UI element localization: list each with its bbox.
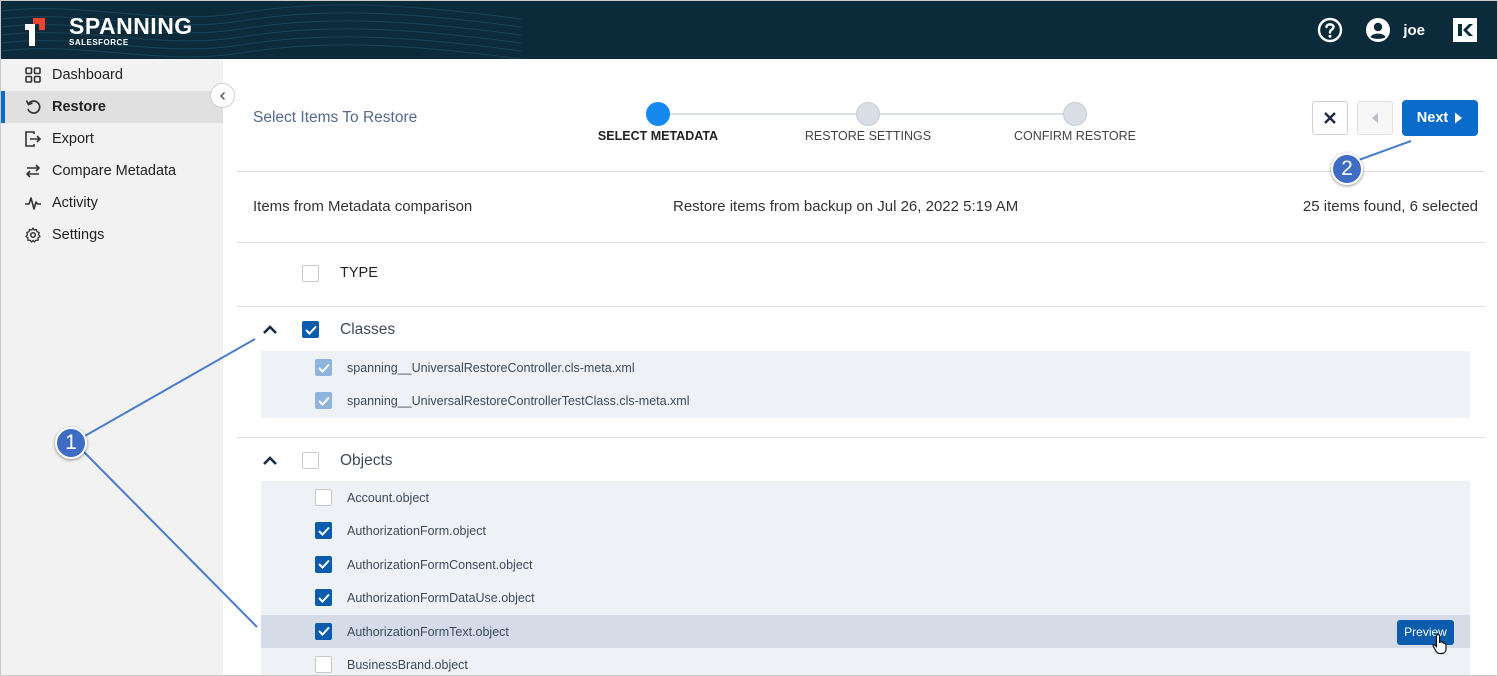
item-label: BusinessBrand.object bbox=[347, 657, 468, 672]
group-row-objects: Objects bbox=[237, 444, 1485, 478]
sidebar-item-restore[interactable]: Restore bbox=[1, 91, 223, 123]
logo-name: SPANNING bbox=[69, 13, 193, 39]
item-label: AuthorizationForm.object bbox=[347, 524, 486, 539]
step-dot-confirm-restore bbox=[1063, 102, 1087, 126]
main-content: Select Items To Restore SELECT METADATA … bbox=[237, 59, 1485, 675]
divider bbox=[237, 437, 1485, 438]
sidebar-item-label: Compare Metadata bbox=[52, 163, 177, 179]
sidebar: Dashboard Restore Export Compare Metadat… bbox=[1, 59, 223, 675]
group-checkbox-objects[interactable] bbox=[302, 452, 319, 469]
step-connector bbox=[868, 113, 1075, 115]
item-label: Account.object bbox=[347, 491, 429, 505]
item-label: spanning__UniversalRestoreControllerTest… bbox=[347, 394, 690, 409]
caret-left-icon bbox=[1372, 113, 1378, 123]
list-item[interactable]: AuthorizationForm.object bbox=[261, 514, 1470, 547]
list-item[interactable]: AuthorizationFormDataUse.object bbox=[261, 581, 1470, 614]
item-checkbox[interactable] bbox=[315, 489, 332, 506]
item-checkbox[interactable] bbox=[315, 555, 332, 573]
step-label-confirm-restore: CONFIRM RESTORE bbox=[1014, 129, 1136, 143]
sidebar-item-label: Dashboard bbox=[52, 67, 123, 83]
chevron-left-icon bbox=[219, 91, 225, 100]
chevron-up-icon[interactable] bbox=[261, 453, 279, 469]
group-label-objects: Objects bbox=[340, 452, 393, 469]
item-checkbox[interactable] bbox=[315, 392, 332, 410]
next-button[interactable]: Next bbox=[1402, 100, 1478, 136]
step-dot-select-metadata bbox=[646, 102, 670, 126]
classes-items: spanning__UniversalRestoreController.cls… bbox=[261, 351, 1470, 418]
help-icon[interactable] bbox=[1317, 17, 1343, 43]
caret-right-icon bbox=[1455, 112, 1463, 124]
spanning-logo-icon bbox=[25, 18, 45, 46]
step-label-select-metadata: SELECT METADATA bbox=[597, 129, 719, 143]
selection-count-text: 25 items found, 6 selected bbox=[1302, 198, 1478, 215]
step-dot-restore-settings bbox=[856, 102, 880, 126]
item-checkbox[interactable] bbox=[315, 522, 332, 540]
table-header: TYPE bbox=[237, 257, 1485, 289]
logo-subtitle: SALESFORCE bbox=[69, 38, 129, 47]
compare-icon bbox=[23, 161, 43, 181]
item-checkbox[interactable] bbox=[315, 622, 332, 640]
gear-icon bbox=[23, 225, 43, 245]
cancel-button[interactable] bbox=[1312, 101, 1348, 135]
sidebar-item-activity[interactable]: Activity bbox=[1, 187, 223, 219]
restore-info-bar: Items from Metadata comparison Restore i… bbox=[237, 171, 1485, 241]
grid-icon bbox=[23, 65, 43, 85]
sidebar-item-label: Activity bbox=[52, 195, 98, 211]
step-connector bbox=[658, 113, 868, 115]
item-checkbox[interactable] bbox=[315, 589, 332, 607]
item-checkbox[interactable] bbox=[315, 655, 332, 673]
item-label: AuthorizationFormDataUse.object bbox=[347, 591, 535, 606]
export-icon bbox=[23, 129, 43, 149]
collapse-sidebar-button[interactable] bbox=[210, 83, 235, 108]
select-all-checkbox[interactable] bbox=[302, 265, 319, 282]
sidebar-item-compare-metadata[interactable]: Compare Metadata bbox=[1, 155, 223, 187]
group-checkbox-classes[interactable] bbox=[302, 321, 319, 338]
brand-logo-icon[interactable] bbox=[1453, 18, 1477, 42]
step-label-restore-settings: RESTORE SETTINGS bbox=[804, 129, 932, 143]
divider bbox=[237, 242, 1485, 243]
list-item[interactable]: spanning__UniversalRestoreController.cls… bbox=[261, 351, 1470, 384]
item-label: spanning__UniversalRestoreController.cls… bbox=[347, 361, 635, 375]
group-label-classes: Classes bbox=[340, 321, 396, 338]
sidebar-item-settings[interactable]: Settings bbox=[1, 219, 223, 251]
next-button-label: Next bbox=[1416, 110, 1449, 126]
sidebar-item-dashboard[interactable]: Dashboard bbox=[1, 59, 223, 91]
sidebar-item-label: Settings bbox=[52, 227, 105, 243]
restore-icon bbox=[23, 97, 43, 117]
list-item[interactable]: BusinessBrand.object bbox=[261, 648, 1470, 675]
user-name[interactable]: joe bbox=[1403, 22, 1425, 39]
list-item[interactable]: AuthorizationFormText.object Preview bbox=[261, 614, 1470, 654]
activity-icon bbox=[23, 193, 43, 213]
top-bar: SPANNING SALESFORCE joe bbox=[1, 1, 1497, 59]
group-row-classes: Classes bbox=[237, 313, 1485, 347]
item-label: AuthorizationFormText.object bbox=[347, 624, 509, 639]
list-item[interactable]: Account.object bbox=[261, 481, 1470, 514]
previous-button[interactable] bbox=[1357, 101, 1393, 135]
chevron-up-icon[interactable] bbox=[261, 322, 279, 338]
source-text: Items from Metadata comparison bbox=[253, 198, 473, 215]
app-window: SPANNING SALESFORCE joe Dashboard Restor… bbox=[0, 0, 1498, 676]
user-avatar-icon[interactable] bbox=[1365, 17, 1391, 43]
objects-items: Account.object AuthorizationForm.object … bbox=[261, 481, 1470, 675]
spanning-logo[interactable]: SPANNING SALESFORCE bbox=[21, 15, 193, 47]
progress-steps: SELECT METADATA RESTORE SETTINGS CONFIRM… bbox=[237, 59, 1485, 169]
list-item[interactable]: AuthorizationFormConsent.object bbox=[261, 548, 1470, 581]
backup-date-text: Restore items from backup on Jul 26, 202… bbox=[673, 198, 1019, 215]
close-icon bbox=[1324, 112, 1336, 124]
list-item[interactable]: spanning__UniversalRestoreControllerTest… bbox=[261, 384, 1470, 417]
callout-badge-1: 1 bbox=[55, 427, 87, 459]
callout-badge-2: 2 bbox=[1331, 153, 1363, 185]
sidebar-item-label: Restore bbox=[52, 99, 106, 115]
divider bbox=[237, 306, 1485, 307]
sidebar-item-label: Export bbox=[52, 131, 94, 147]
type-column-header: TYPE bbox=[340, 265, 378, 281]
sidebar-item-export[interactable]: Export bbox=[1, 123, 223, 155]
item-checkbox[interactable] bbox=[315, 359, 332, 376]
item-label: AuthorizationFormConsent.object bbox=[347, 557, 533, 572]
